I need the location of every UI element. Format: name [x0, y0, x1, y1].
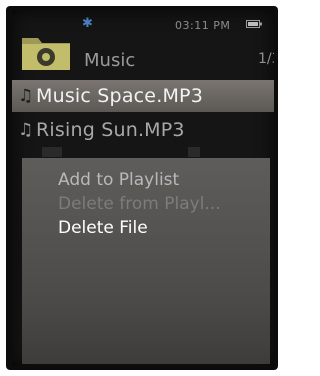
- page-counter: 1/3: [258, 51, 274, 67]
- list-item-label: Rising Sun.MP3: [36, 119, 185, 141]
- screen: ✱ 03:11 PM Music 1/3 ♫ Music Space.MP3 ♫…: [12, 10, 274, 366]
- clock: 03:11 PM: [175, 19, 231, 32]
- battery-icon: [246, 20, 262, 28]
- folder-title: Music: [84, 50, 136, 71]
- context-menu: Add to Playlist Delete from Playl... Del…: [22, 158, 270, 364]
- menu-item-delete-file[interactable]: Delete File: [58, 218, 264, 238]
- header: ✱ 03:11 PM Music 1/3: [12, 10, 274, 78]
- menu-item-add-to-playlist[interactable]: Add to Playlist: [58, 170, 264, 190]
- bluetooth-icon: ✱: [82, 16, 93, 31]
- menu-item-delete-from-playlist[interactable]: Delete from Playl...: [58, 194, 264, 214]
- device-frame: ✱ 03:11 PM Music 1/3 ♫ Music Space.MP3 ♫…: [6, 6, 278, 370]
- music-note-icon: ♫: [18, 120, 34, 140]
- list-item[interactable]: ♫ Rising Sun.MP3: [12, 114, 274, 146]
- folder-music-icon: [22, 38, 70, 70]
- list-item[interactable]: ♫ Music Space.MP3: [12, 80, 274, 112]
- obscured-list-item: [188, 147, 200, 157]
- music-note-icon: ♫: [18, 86, 34, 106]
- list-item-label: Music Space.MP3: [36, 85, 203, 107]
- obscured-list-item: [42, 147, 62, 157]
